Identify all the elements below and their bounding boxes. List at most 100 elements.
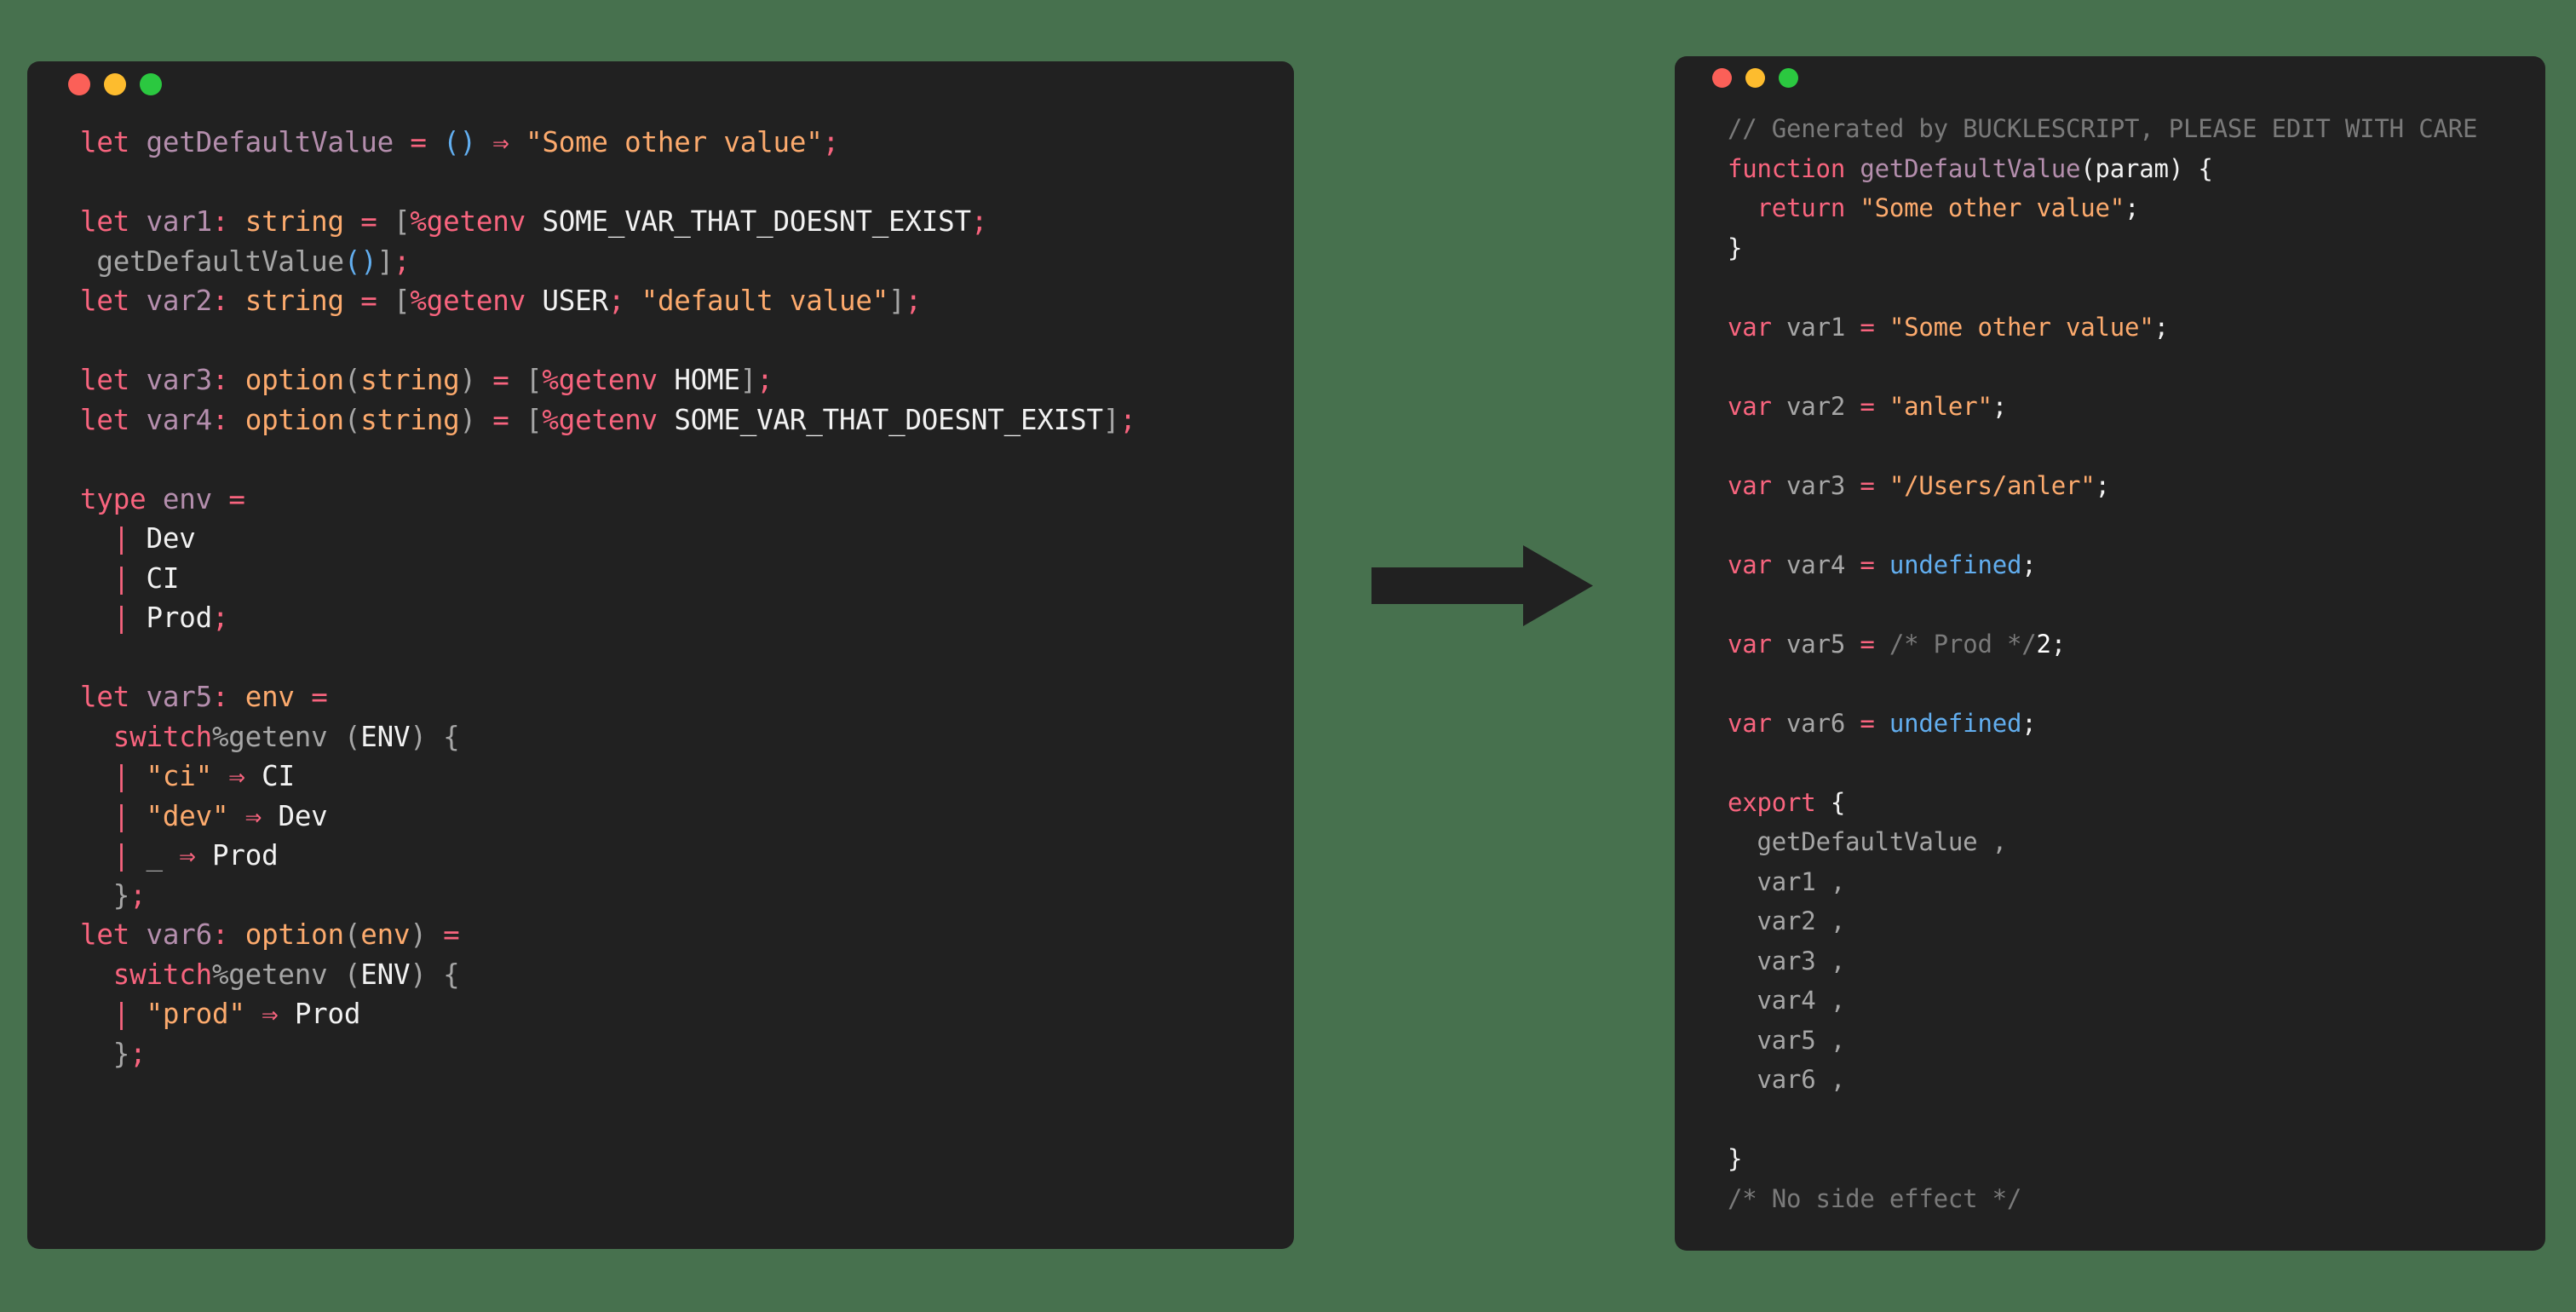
code-token: var6 <box>146 918 212 951</box>
code-token: param <box>2095 153 2170 183</box>
code-line: var var4 = undefined; <box>1728 545 2545 585</box>
code-token: getDefaultValue <box>80 245 344 278</box>
code-line: | _ ⇒ Prod <box>80 836 1294 876</box>
code-line: var2 , <box>1728 901 2545 941</box>
code-line: | "dev" ⇒ Dev <box>80 797 1294 837</box>
code-line: let var4: option(string) = [%getenv SOME… <box>80 400 1294 440</box>
code-token: USER <box>542 285 608 317</box>
code-token: = <box>1860 312 1875 342</box>
code-token: | <box>112 522 130 555</box>
code-token: var <box>1728 391 1772 421</box>
code-token: %getenv <box>410 285 526 317</box>
code-token: %getenv <box>542 364 658 396</box>
code-line: type env = <box>80 480 1294 520</box>
maximize-button-icon[interactable] <box>140 73 162 95</box>
code-line: | "prod" ⇒ Prod <box>80 994 1294 1034</box>
code-token: 2 <box>2036 629 2051 659</box>
code-token: : <box>211 681 229 713</box>
code-token: ] <box>888 285 906 317</box>
minimize-button-icon[interactable] <box>104 73 126 95</box>
code-token: ; <box>129 1037 147 1070</box>
code-token: () <box>443 126 476 158</box>
source-code-window[interactable]: let getDefaultValue = () ⇒ "Some other v… <box>27 61 1294 1249</box>
code-line: let var6: option(env) = <box>80 915 1294 955</box>
close-button-icon[interactable] <box>1712 67 1732 88</box>
code-token: var2 <box>146 285 212 317</box>
code-token: ; <box>393 245 411 278</box>
code-line: var var2 = "anler"; <box>1728 387 2545 427</box>
code-line: var4 , <box>1728 981 2545 1021</box>
output-code-content[interactable]: // Generated by BUCKLESCRIPT, PLEASE EDI… <box>1675 99 2545 1218</box>
output-code-window[interactable]: // Generated by BUCKLESCRIPT, PLEASE EDI… <box>1675 56 2545 1251</box>
code-token: var1 <box>1786 312 1846 342</box>
code-token: var4 <box>146 403 212 436</box>
code-token: let <box>80 126 130 158</box>
source-code-content[interactable]: let getDefaultValue = () ⇒ "Some other v… <box>27 107 1294 1073</box>
code-token: = <box>492 403 509 436</box>
code-token: SOME_VAR_THAT_DOESNT_EXIST <box>674 403 1103 436</box>
code-token: HOME <box>674 364 740 396</box>
code-line: getDefaultValue()]; <box>80 242 1294 282</box>
code-line: var var3 = "/Users/anler"; <box>1728 466 2545 506</box>
code-token: ; <box>970 205 988 238</box>
code-token: ; <box>2021 550 2037 579</box>
code-line: | Prod; <box>80 598 1294 638</box>
code-token: "anler" <box>1889 391 1992 421</box>
code-line: return "Some other value"; <box>1728 188 2545 228</box>
code-token: ; <box>2095 470 2110 500</box>
minimize-button-icon[interactable] <box>1745 67 1765 88</box>
code-token: var <box>1728 550 1772 579</box>
code-token: "default value" <box>641 285 889 317</box>
code-token: () <box>343 245 377 278</box>
code-token: "Some other value" <box>1860 193 2125 222</box>
code-line: export { <box>1728 783 2545 823</box>
close-button-icon[interactable] <box>68 73 90 95</box>
output-window-titlebar[interactable] <box>1675 56 2545 99</box>
source-window-titlebar[interactable] <box>27 61 1294 107</box>
code-line: switch%getenv (ENV) { <box>80 717 1294 757</box>
code-token: option <box>244 364 344 396</box>
code-token: ENV <box>360 720 411 753</box>
code-line: let var3: option(string) = [%getenv HOME… <box>80 360 1294 400</box>
code-token: [ <box>394 285 411 317</box>
code-token: ) <box>2168 153 2184 183</box>
code-token: | <box>112 839 130 872</box>
maximize-button-icon[interactable] <box>1779 67 1798 88</box>
code-line: let getDefaultValue = () ⇒ "Some other v… <box>80 123 1294 163</box>
code-token: // Generated by BUCKLESCRIPT, PLEASE EDI… <box>1728 114 2478 143</box>
code-token: ⇒ <box>262 998 279 1030</box>
